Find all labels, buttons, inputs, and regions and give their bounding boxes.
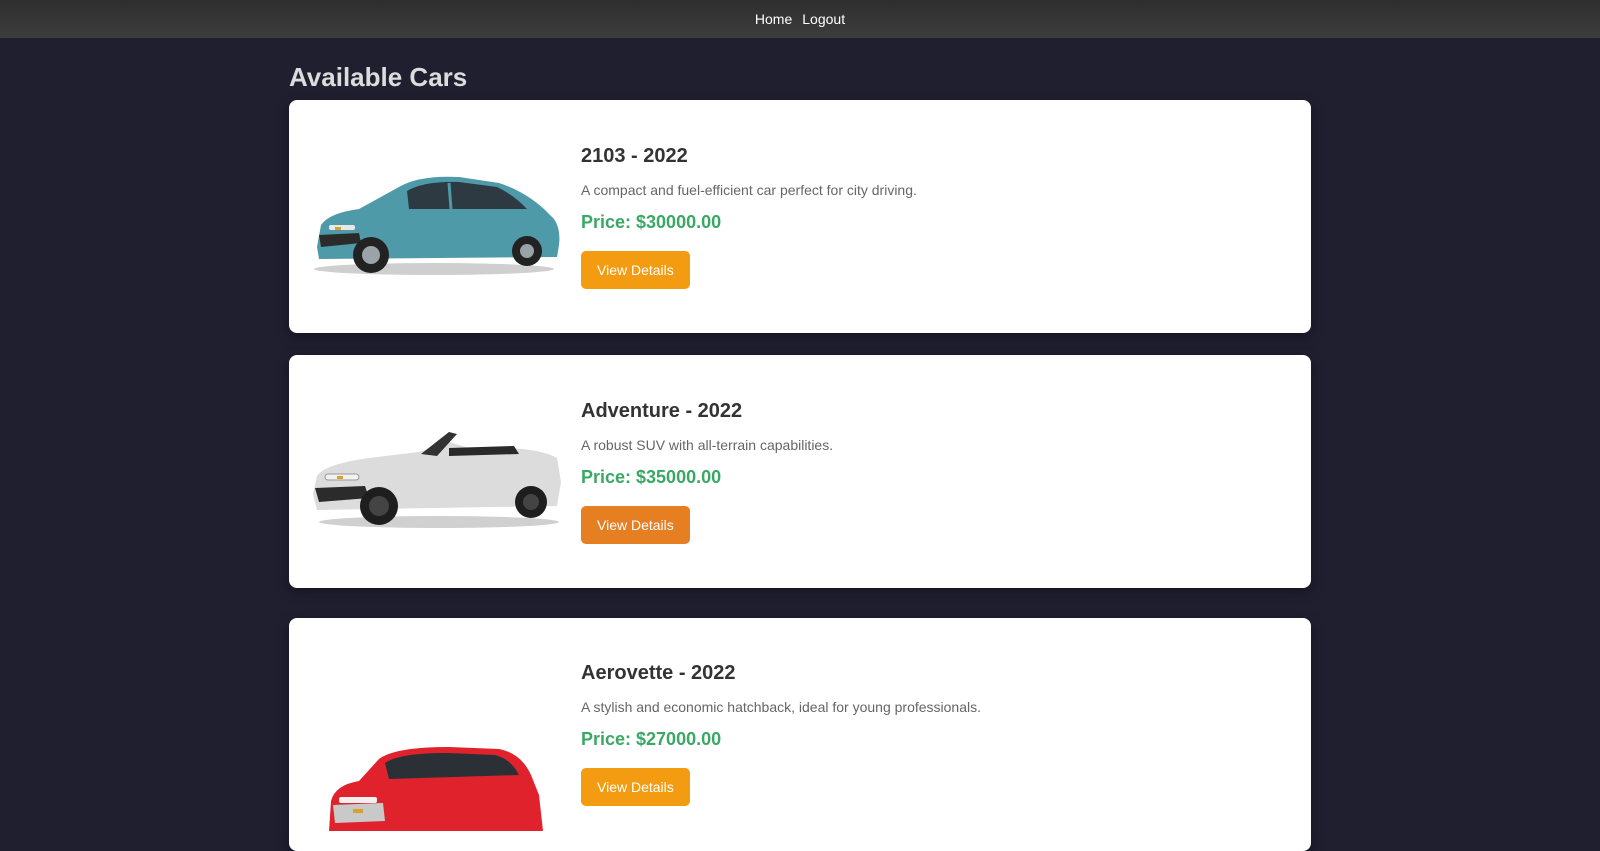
car-description: A stylish and economic hatchback, ideal … [581, 699, 981, 715]
car-info: 2103 - 2022 A compact and fuel-efficient… [581, 145, 917, 289]
top-navbar: Home Logout [0, 0, 1600, 38]
suv-car-icon [299, 735, 569, 851]
view-details-button[interactable]: View Details [581, 251, 690, 289]
convertible-car-icon [299, 402, 569, 542]
car-description: A robust SUV with all-terrain capabiliti… [581, 437, 833, 453]
car-info: Adventure - 2022 A robust SUV with all-t… [581, 400, 833, 544]
nav-logout-link[interactable]: Logout [802, 11, 845, 27]
car-description: A compact and fuel-efficient car perfect… [581, 182, 917, 198]
nav-home-link[interactable]: Home [755, 11, 792, 27]
car-price: Price: $30000.00 [581, 212, 917, 233]
car-card: Adventure - 2022 A robust SUV with all-t… [289, 355, 1311, 588]
car-title: Aerovette - 2022 [581, 662, 981, 685]
car-card: 2103 - 2022 A compact and fuel-efficient… [289, 100, 1311, 333]
sedan-car-icon [299, 147, 569, 287]
view-details-button[interactable]: View Details [581, 768, 690, 806]
car-card: Aerovette - 2022 A stylish and economic … [289, 618, 1311, 851]
main-content: Available Cars 2103 - 2022 A compact and… [289, 38, 1311, 851]
car-price: Price: $35000.00 [581, 467, 833, 488]
view-details-button[interactable]: View Details [581, 506, 690, 544]
car-title: Adventure - 2022 [581, 400, 833, 423]
page-title: Available Cars [289, 58, 1311, 100]
car-price: Price: $27000.00 [581, 729, 981, 750]
car-title: 2103 - 2022 [581, 145, 917, 168]
car-info: Aerovette - 2022 A stylish and economic … [581, 662, 981, 806]
